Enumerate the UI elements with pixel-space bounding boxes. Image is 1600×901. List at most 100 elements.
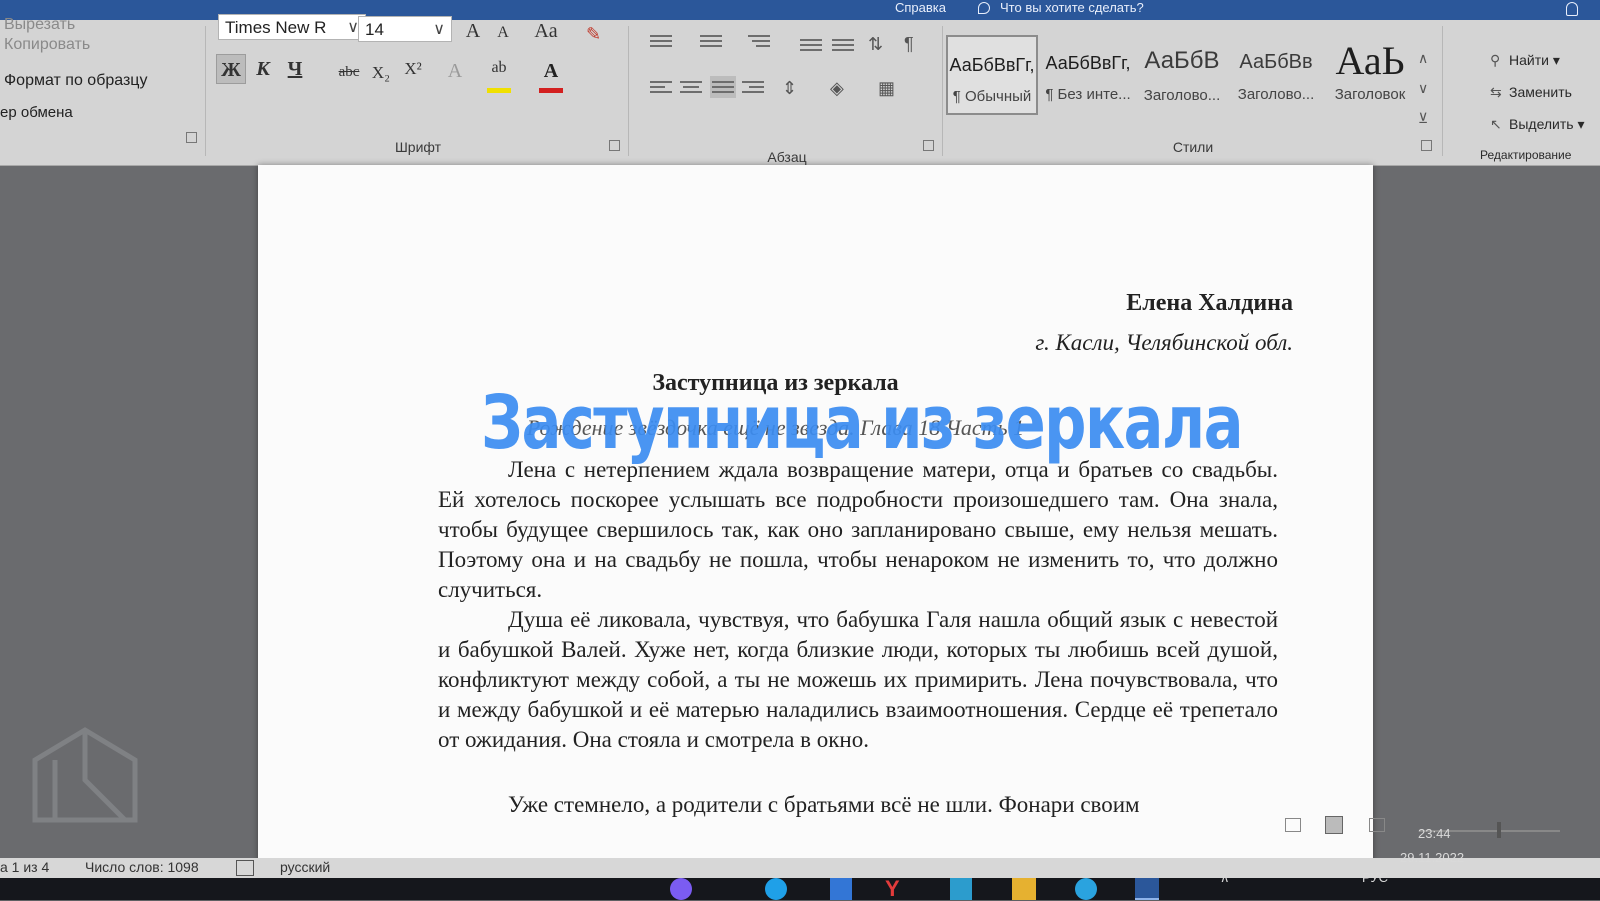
editing-group-label: Редактирование bbox=[1480, 148, 1572, 162]
tell-me-box[interactable]: Что вы хотите сделать? bbox=[978, 0, 1144, 15]
document-paragraph: Душа её ликовала, чувствуя, что бабушка … bbox=[438, 607, 1278, 752]
help-tab[interactable]: Справка bbox=[895, 0, 946, 15]
shading-icon[interactable]: ◈ bbox=[830, 78, 844, 99]
font-color-button[interactable]: A bbox=[536, 56, 566, 86]
style-sample: АаБбВвГг, bbox=[1045, 53, 1131, 73]
clear-formatting-icon[interactable]: ✎ bbox=[586, 24, 601, 45]
document-place: г. Касли, Челябинской обл. bbox=[1035, 330, 1293, 355]
style-heading-2[interactable]: АаБбВв Заголово... bbox=[1230, 35, 1322, 115]
font-group-label: Шрифт bbox=[394, 139, 442, 155]
highlight-button[interactable]: ab bbox=[484, 53, 514, 83]
style-no-spacing[interactable]: АаБбВвГг, ¶ Без инте... bbox=[1042, 35, 1134, 115]
numbering-icon[interactable] bbox=[700, 32, 722, 50]
styles-scroll-up-icon[interactable]: ∧ bbox=[1418, 50, 1428, 67]
paragraph-group-label: Абзац bbox=[767, 149, 807, 165]
divider bbox=[1442, 26, 1443, 156]
replace-button[interactable]: ⇆ Заменить bbox=[1490, 84, 1572, 101]
tray-overflow-icon[interactable]: ∧ bbox=[1220, 870, 1230, 886]
sort-icon[interactable]: ⇅ bbox=[868, 34, 883, 55]
word-count[interactable]: Число слов: 1098 bbox=[85, 859, 199, 875]
decrease-indent-icon[interactable] bbox=[800, 36, 822, 54]
copy-button[interactable]: Копировать bbox=[4, 36, 90, 54]
styles-more-icon[interactable]: ⊻ bbox=[1418, 110, 1428, 127]
tray-language[interactable]: РУС bbox=[1362, 870, 1388, 885]
read-mode-icon[interactable] bbox=[1285, 818, 1301, 832]
align-center-icon[interactable] bbox=[680, 78, 702, 96]
document-paragraph: Уже стемнело, а родители с братьями всё … bbox=[508, 792, 1140, 817]
multilevel-list-icon[interactable] bbox=[748, 32, 770, 50]
italic-button[interactable]: К bbox=[248, 54, 278, 84]
file-explorer-icon[interactable] bbox=[1012, 878, 1036, 900]
divider bbox=[942, 26, 943, 156]
document-author: Елена Халдина bbox=[1126, 290, 1293, 316]
print-layout-icon[interactable] bbox=[1325, 816, 1343, 834]
grow-font-button[interactable]: A bbox=[458, 16, 488, 46]
word-icon[interactable] bbox=[1135, 878, 1159, 900]
telegram-icon[interactable] bbox=[1075, 878, 1097, 900]
font-launcher-icon[interactable] bbox=[609, 140, 620, 151]
select-button[interactable]: ↖ Выделить ▾ bbox=[1490, 116, 1585, 133]
tray-time[interactable]: 23:44 bbox=[1418, 826, 1451, 841]
replace-label: Заменить bbox=[1509, 84, 1572, 100]
line-spacing-icon[interactable]: ⇕ bbox=[782, 78, 797, 99]
styles-group-label: Стили bbox=[1172, 139, 1214, 155]
cut-button[interactable]: Вырезать bbox=[4, 16, 75, 34]
styles-scroll-down-icon[interactable]: ∨ bbox=[1418, 80, 1428, 97]
logo-watermark bbox=[32, 727, 138, 823]
style-name: Заголово... bbox=[1237, 86, 1315, 103]
page-count[interactable]: а 1 из 4 bbox=[0, 859, 49, 875]
clipboard-launcher-icon[interactable] bbox=[186, 132, 197, 143]
web-layout-icon[interactable] bbox=[1369, 818, 1385, 832]
bullets-icon[interactable] bbox=[650, 32, 672, 50]
user-icon[interactable] bbox=[1566, 2, 1578, 16]
highlight-color-bar bbox=[487, 88, 511, 93]
font-name-value: Times New R bbox=[225, 18, 327, 37]
align-right-icon[interactable] bbox=[742, 78, 764, 96]
document-page[interactable]: Елена Халдина г. Касли, Челябинской обл.… bbox=[258, 165, 1373, 865]
taskbar bbox=[0, 878, 1600, 900]
find-button[interactable]: ⚲ Найти ▾ bbox=[1490, 52, 1560, 69]
select-label: Выделить bbox=[1509, 116, 1574, 132]
highlight-label: ab bbox=[491, 59, 507, 76]
meet-icon[interactable] bbox=[950, 878, 972, 900]
font-name-combo[interactable]: Times New R ∨ bbox=[218, 14, 366, 40]
app-icon[interactable] bbox=[670, 878, 692, 900]
underline-button[interactable]: Ч bbox=[280, 54, 310, 84]
ribbon: Вырезать Копировать Формат по образцу ер… bbox=[0, 14, 1600, 166]
bold-button[interactable]: Ж bbox=[216, 54, 246, 84]
proofing-icon[interactable] bbox=[236, 860, 254, 876]
paragraph-launcher-icon[interactable] bbox=[923, 140, 934, 151]
justify-icon[interactable] bbox=[710, 76, 736, 98]
style-normal[interactable]: АаБбВвГг, ¶ Обычный bbox=[946, 35, 1038, 115]
subscript-button[interactable]: X₂ bbox=[366, 58, 396, 88]
format-painter-button[interactable]: Формат по образцу bbox=[4, 72, 147, 90]
font-color-bar bbox=[539, 88, 563, 93]
increase-indent-icon[interactable] bbox=[832, 36, 854, 54]
store-icon[interactable] bbox=[830, 878, 852, 900]
style-heading-1[interactable]: АаБбВ Заголово... bbox=[1136, 35, 1228, 115]
shrink-font-button[interactable]: A bbox=[488, 18, 518, 48]
align-left-icon[interactable] bbox=[650, 78, 672, 96]
tray-date[interactable]: 29.11.2022 bbox=[1400, 850, 1464, 865]
document-paragraph: Лена с нетерпением ждала возвращение мат… bbox=[438, 457, 1278, 602]
styles-launcher-icon[interactable] bbox=[1421, 140, 1432, 151]
clipboard-label: ер обмена bbox=[0, 104, 73, 121]
language-indicator[interactable]: русский bbox=[280, 859, 330, 875]
strikethrough-button[interactable]: abc bbox=[334, 57, 364, 87]
superscript-button[interactable]: X² bbox=[398, 54, 428, 84]
yandex-icon[interactable]: Y bbox=[885, 878, 913, 900]
overlay-title: Заступница из зеркала bbox=[481, 380, 1244, 466]
zoom-slider-thumb[interactable] bbox=[1497, 822, 1501, 838]
font-size-combo[interactable]: 14 ∨ bbox=[358, 16, 452, 42]
style-sample: АаЬ bbox=[1335, 38, 1405, 83]
style-title[interactable]: АаЬ Заголовок bbox=[1324, 35, 1416, 115]
pilcrow-icon[interactable]: ¶ bbox=[904, 34, 914, 55]
style-name: Заголово... bbox=[1143, 87, 1221, 104]
borders-icon[interactable]: ▦ bbox=[878, 78, 895, 99]
replace-icon: ⇆ bbox=[1490, 84, 1502, 100]
edge-icon[interactable] bbox=[765, 878, 787, 900]
status-bar: а 1 из 4 Число слов: 1098 русский bbox=[0, 858, 1600, 878]
tell-me-text: Что вы хотите сделать? bbox=[1000, 0, 1144, 15]
text-effects-button[interactable]: A bbox=[440, 56, 470, 86]
change-case-button[interactable]: Aa bbox=[526, 16, 566, 46]
